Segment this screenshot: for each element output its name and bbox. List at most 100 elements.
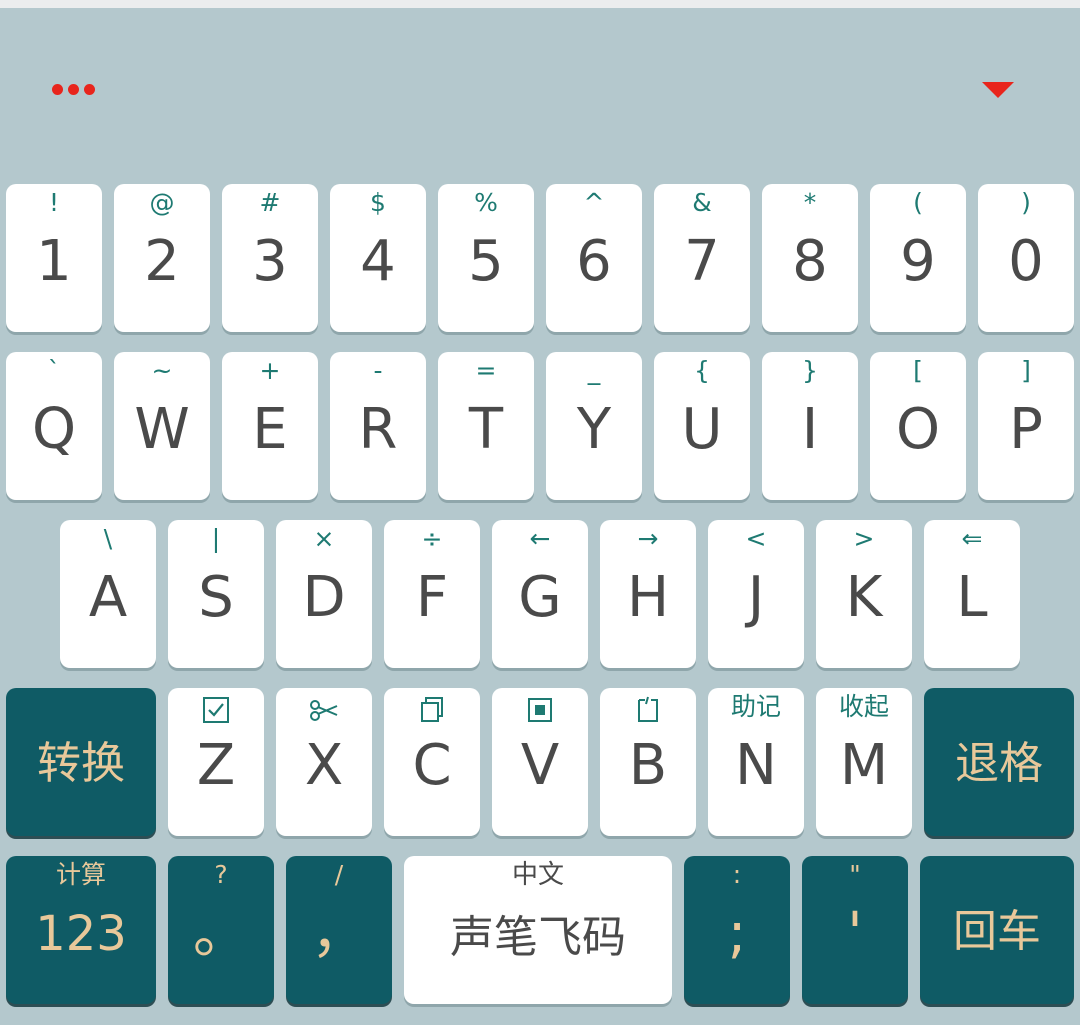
key-1-symbol: ! [48, 188, 60, 217]
key-a[interactable]: \ A [60, 520, 156, 668]
key-s[interactable]: | S [168, 520, 264, 668]
key-8-label: 8 [792, 229, 828, 294]
key-1[interactable]: ! 1 [6, 184, 102, 332]
select-all-icon [168, 696, 264, 724]
key-q[interactable]: ` Q [6, 352, 102, 500]
key-5-symbol: % [474, 188, 498, 217]
key-5-label: 5 [468, 229, 504, 294]
space-bar[interactable]: 中文 声笔飞码 [404, 856, 672, 1004]
key-9-symbol: ( [913, 188, 923, 217]
key-o-symbol: [ [913, 356, 923, 385]
key-n-label: N [735, 733, 777, 798]
clipboard-icon [600, 696, 696, 724]
numbers-label: 123 [35, 906, 127, 962]
key-e-symbol: + [259, 356, 281, 385]
dot [52, 83, 63, 95]
key-l-symbol: ⇐ [961, 524, 983, 553]
key-h-label: H [626, 565, 670, 630]
key-l[interactable]: ⇐ L [924, 520, 1020, 668]
comma-key[interactable]: /， [286, 856, 392, 1004]
key-k-label: K [845, 565, 883, 630]
key-y[interactable]: _ Y [546, 352, 642, 500]
key-t[interactable]: = T [438, 352, 534, 500]
key-0[interactable]: ) 0 [978, 184, 1074, 332]
key-q-symbol: ` [47, 356, 61, 385]
quote-key[interactable]: " ' [802, 856, 908, 1004]
key-k-symbol: > [853, 524, 875, 553]
more-dots-icon[interactable] [52, 80, 112, 98]
comma-label: ， [311, 901, 367, 966]
top-divider [0, 0, 1080, 8]
semicolon-key[interactable]: :; [684, 856, 790, 1004]
key-m[interactable]: 收起 M [816, 688, 912, 836]
key-w-symbol: ~ [151, 356, 173, 385]
key-c-label: C [412, 733, 452, 798]
key-g-label: G [518, 565, 562, 630]
key-9[interactable]: (9 [870, 184, 966, 332]
language-label: 中文 [511, 860, 564, 890]
key-3-symbol: # [259, 188, 281, 217]
key-b[interactable]: B [600, 688, 696, 836]
key-o-label: O [895, 397, 941, 462]
key-u[interactable]: {U [654, 352, 750, 500]
colon-label: : [732, 860, 742, 889]
key-4[interactable]: $4 [330, 184, 426, 332]
key-h[interactable]: → H [600, 520, 696, 668]
key-c[interactable]: C [384, 688, 480, 836]
key-9-label: 9 [900, 229, 936, 294]
calculator-label: 计算 [55, 860, 106, 889]
key-p[interactable]: ] P [978, 352, 1074, 500]
collapse-keyboard-icon[interactable] [982, 82, 1014, 98]
key-g[interactable]: ← G [492, 520, 588, 668]
question-mark-label: ? [214, 860, 228, 889]
switch-button[interactable]: 转换 [6, 688, 156, 836]
key-x[interactable]: X [276, 688, 372, 836]
double-quote-label: " [849, 860, 861, 889]
key-o[interactable]: [O [870, 352, 966, 500]
key-u-symbol: { [694, 356, 710, 385]
key-a-symbol: \ [103, 524, 113, 553]
key-j[interactable]: < J [708, 520, 804, 668]
key-2-symbol: @ [149, 188, 175, 217]
key-j-label: J [747, 565, 765, 630]
numbers-button[interactable]: 计算 123 [6, 856, 156, 1004]
key-6[interactable]: ^ 6 [546, 184, 642, 332]
input-method-label: 声笔飞码 [450, 912, 626, 963]
key-i[interactable]: } I [762, 352, 858, 500]
key-d[interactable]: × D [276, 520, 372, 668]
key-0-symbol: ) [1021, 188, 1031, 217]
key-f-label: F [415, 565, 449, 630]
key-5[interactable]: % 5 [438, 184, 534, 332]
key-k[interactable]: > K [816, 520, 912, 668]
key-l-label: L [956, 565, 988, 630]
key-f[interactable]: ÷ F [384, 520, 480, 668]
key-n[interactable]: 助记 N [708, 688, 804, 836]
key-8[interactable]: * 8 [762, 184, 858, 332]
key-t-label: T [468, 397, 504, 462]
key-v[interactable]: V [492, 688, 588, 836]
key-2[interactable]: @2 [114, 184, 210, 332]
key-z[interactable]: Z [168, 688, 264, 836]
key-f-symbol: ÷ [421, 524, 443, 553]
key-y-label: Y [576, 397, 612, 462]
key-w[interactable]: ~ W [114, 352, 210, 500]
key-4-label: 4 [360, 229, 396, 294]
key-h-symbol: → [637, 524, 659, 553]
enter-button[interactable]: 回车 [920, 856, 1074, 1004]
key-s-label: S [198, 565, 234, 630]
key-i-label: I [801, 397, 819, 462]
backspace-button[interactable]: 退格 [924, 688, 1074, 836]
switch-label: 转换 [37, 738, 125, 789]
key-e-label: E [252, 397, 288, 462]
key-r[interactable]: -R [330, 352, 426, 500]
key-3[interactable]: #3 [222, 184, 318, 332]
period-key[interactable]: ?。 [168, 856, 274, 1004]
key-b-label: B [628, 733, 668, 798]
key-e[interactable]: + E [222, 352, 318, 500]
key-8-symbol: * [803, 188, 817, 217]
key-v-label: V [520, 733, 560, 798]
key-7[interactable]: & 7 [654, 184, 750, 332]
key-p-symbol: ] [1021, 356, 1031, 385]
key-a-label: A [88, 565, 128, 630]
key-7-symbol: & [692, 188, 712, 217]
